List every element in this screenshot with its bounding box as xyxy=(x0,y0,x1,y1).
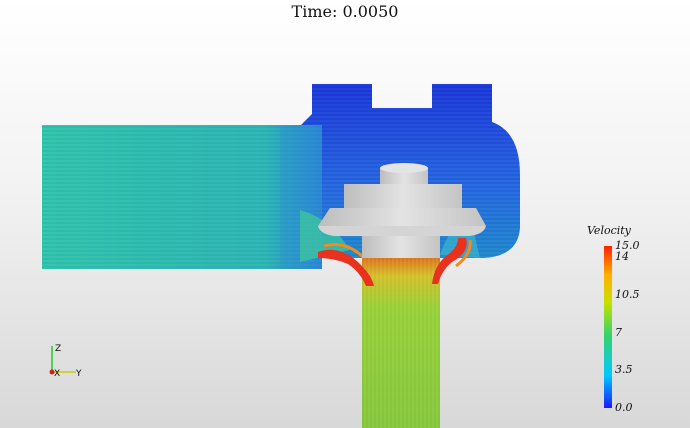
axis-z-label: Z xyxy=(55,344,61,354)
axis-y-label: Y xyxy=(75,369,82,379)
legend-label-min: 0.0 xyxy=(615,401,633,414)
legend-label-3-5: 3.5 xyxy=(615,363,633,376)
legend-title: Velocity xyxy=(587,224,631,237)
legend-label-10-5: 10.5 xyxy=(615,288,640,301)
flow-visualization[interactable] xyxy=(0,0,690,428)
color-bar xyxy=(604,246,612,408)
orientation-axes: Z X Y xyxy=(49,344,82,379)
legend-label-7: 7 xyxy=(615,326,622,339)
axis-x-label: X xyxy=(54,369,60,379)
legend-label-14: 14 xyxy=(615,250,629,263)
